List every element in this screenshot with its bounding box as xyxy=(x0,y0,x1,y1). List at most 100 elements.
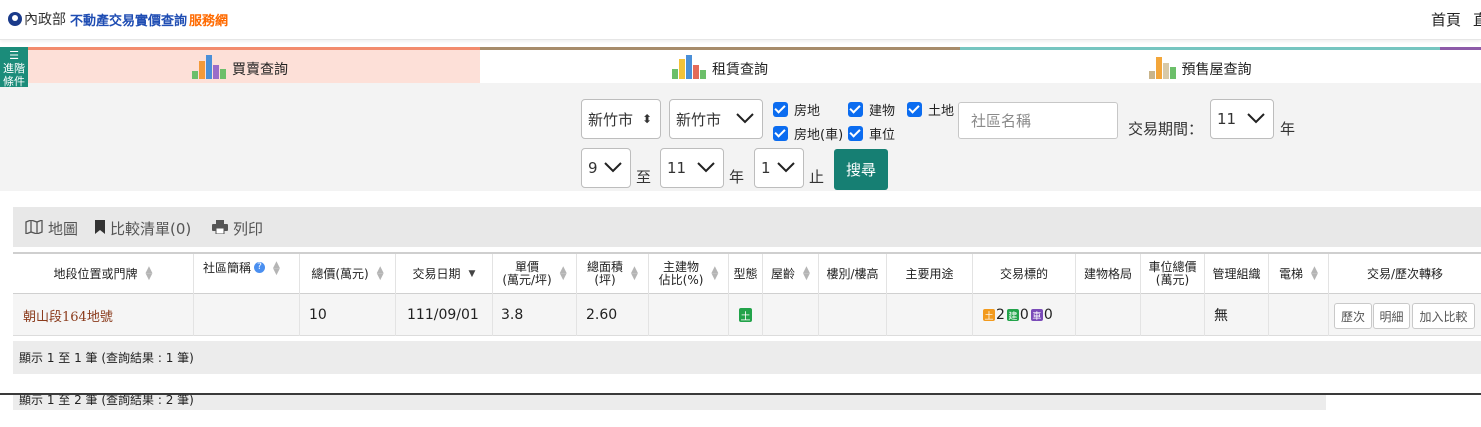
col-age[interactable]: 屋齡 ▲ ▼ xyxy=(763,254,819,294)
result-summary: 顯示 1 至 1 筆 (查詢結果 : 1 筆) xyxy=(13,341,1481,374)
column-header-label: 建物格局 xyxy=(1083,266,1132,281)
checkbox-checked-icon xyxy=(773,126,788,141)
tab-extra[interactable] xyxy=(1440,47,1481,83)
parking-count: 0 xyxy=(1043,307,1053,323)
cell-date: 111/09/01 xyxy=(396,294,493,336)
area-value: 2.60 xyxy=(586,307,618,323)
tab-rent[interactable]: 租賃查詢 xyxy=(480,47,960,83)
cell-layout xyxy=(1076,294,1141,336)
tab-rent-label: 租賃查詢 xyxy=(712,62,768,78)
sort-icon: ▲ ▼ xyxy=(711,265,719,282)
column-header-label: 交易/歷次轉移 xyxy=(1366,266,1444,281)
end-month-select[interactable]: 1 xyxy=(754,148,804,188)
app-name: 不動產交易實價查詢 xyxy=(70,13,188,29)
column-header-label: 主要用途 xyxy=(905,266,954,281)
col-layout[interactable]: 建物格局 xyxy=(1076,254,1141,294)
community-name-input[interactable] xyxy=(958,102,1118,139)
buildings-icon xyxy=(672,53,706,79)
col-date[interactable]: 交易日期 ▼ xyxy=(396,254,493,294)
city-select[interactable]: 新竹市 ⬍ xyxy=(581,99,661,139)
ministry-name: 內政部 xyxy=(24,12,66,28)
site-header: 內政部 不動產交易實價查詢 服務網 首頁 直 xyxy=(0,0,1481,40)
checkbox-checked-icon xyxy=(907,102,922,117)
cell-elevator xyxy=(1269,294,1329,336)
sort-icon: ▲ ▼ xyxy=(631,265,638,282)
map-icon xyxy=(25,218,43,238)
cell-parking-price xyxy=(1141,294,1205,336)
building-badge-icon: 建 xyxy=(1006,309,1019,322)
advanced-search-button[interactable]: ☰ 進階條件 xyxy=(0,47,28,87)
col-floor[interactable]: 樓別/樓高 xyxy=(819,254,887,294)
chevron-down-icon xyxy=(603,160,623,174)
type-parking-checkbox[interactable]: 車位 xyxy=(848,124,895,143)
date-value: 111/09/01 xyxy=(407,307,479,323)
address-link[interactable]: 朝山段164地號 xyxy=(23,306,113,325)
column-header-label: 型態 xyxy=(733,266,758,281)
total-price-value: 10 xyxy=(309,307,327,323)
target-land: 土2 xyxy=(981,307,1005,323)
end-year-label: 年 xyxy=(729,168,745,186)
col-parking-price[interactable]: 車位總價 (萬元) xyxy=(1141,254,1205,294)
col-usage[interactable]: 主要用途 xyxy=(887,254,973,294)
nav-home-link[interactable]: 首頁 xyxy=(1431,9,1461,30)
col-community[interactable]: 社區簡稱? ▲ ▼ xyxy=(194,254,300,294)
help-icon[interactable]: ? xyxy=(254,262,266,273)
tab-presale[interactable]: 預售屋查詢 xyxy=(960,47,1440,83)
col-total-price[interactable]: 總價(萬元) ▲ ▼ xyxy=(300,254,396,294)
col-target[interactable]: 交易標的 xyxy=(973,254,1076,294)
chevron-down-icon xyxy=(735,111,755,125)
period-label: 交易期間： xyxy=(1128,120,1204,138)
type-house-land-checkbox[interactable]: 房地 xyxy=(773,100,820,119)
col-type[interactable]: 型態 xyxy=(729,254,763,294)
end-label: 止 xyxy=(809,168,825,186)
column-header-label: 車位總價 (萬元) xyxy=(1148,260,1197,287)
land-badge-icon: 土 xyxy=(983,309,995,322)
target-building: 建0 xyxy=(1005,307,1029,323)
print-label: 列印 xyxy=(233,220,264,238)
col-unit-price[interactable]: 單價 (萬元/坪) ▲ ▼ xyxy=(493,254,577,294)
crane-buildings-icon xyxy=(1148,53,1176,79)
site-logo[interactable]: 內政部 不動產交易實價查詢 服務網 xyxy=(8,9,228,29)
column-header-label: 主建物 佔比(%) xyxy=(658,260,704,287)
start-month-select[interactable]: 9 xyxy=(581,148,631,188)
col-area[interactable]: 總面積 (坪) ▲ ▼ xyxy=(577,254,649,294)
col-main-ratio[interactable]: 主建物 佔比(%) ▲ ▼ xyxy=(649,254,729,294)
bookmark-icon xyxy=(95,219,105,238)
sort-icon: ▲ ▼ xyxy=(273,260,280,277)
district-select-value: 新竹市 xyxy=(676,110,722,129)
app-suffix: 服務網 xyxy=(189,13,229,29)
checkbox-checked-icon xyxy=(773,102,788,117)
cell-age xyxy=(763,294,819,336)
type-land-checkbox[interactable]: 土地 xyxy=(907,100,954,119)
target-parking: 車0 xyxy=(1029,307,1053,323)
table-row[interactable]: 朝山段164地號 10 111/09/01 3.8 2.60 土 土2 建0 車… xyxy=(13,294,1481,336)
start-year-select[interactable]: 11 xyxy=(1210,99,1274,139)
nav-more-link[interactable]: 直 xyxy=(1473,9,1481,30)
sort-icon: ▲ ▼ xyxy=(1311,265,1318,282)
detail-button[interactable]: 明細 xyxy=(1373,303,1410,329)
map-button[interactable]: 地圖 xyxy=(25,218,78,239)
tab-sale-label: 買賣查詢 xyxy=(232,62,288,78)
sort-icon: ▲ ▼ xyxy=(559,265,567,282)
column-header-label: 樓別/樓高 xyxy=(826,266,879,281)
tab-sale[interactable]: 買賣查詢 xyxy=(0,47,480,83)
sort-desc-icon: ▼ xyxy=(468,268,476,279)
sort-icon: ▲ ▼ xyxy=(376,265,384,282)
checkbox-checked-icon xyxy=(848,126,863,141)
type-house-land-parking-checkbox[interactable]: 房地(車) xyxy=(773,124,843,143)
col-address[interactable]: 地段位置或門牌 ▲ ▼ xyxy=(13,254,194,294)
print-button[interactable]: 列印 xyxy=(212,218,263,239)
col-elevator[interactable]: 電梯 ▲ ▼ xyxy=(1269,254,1329,294)
advanced-search-label: 進階條件 xyxy=(3,62,25,87)
add-compare-button[interactable]: 加入比較 xyxy=(1412,303,1475,329)
cell-actions: 歷次 明細 加入比較 xyxy=(1329,294,1481,336)
history-button[interactable]: 歷次 xyxy=(1334,303,1372,329)
start-year-value: 11 xyxy=(1217,110,1237,128)
district-select[interactable]: 新竹市 xyxy=(669,99,763,139)
type-building-checkbox[interactable]: 建物 xyxy=(848,100,895,119)
compare-list-button[interactable]: 比較清單(0) xyxy=(95,218,191,239)
col-management[interactable]: 管理組織 xyxy=(1205,254,1269,294)
end-year-select[interactable]: 11 xyxy=(660,148,724,188)
search-button[interactable]: 搜尋 xyxy=(834,149,888,190)
cell-address[interactable]: 朝山段164地號 xyxy=(13,294,194,336)
